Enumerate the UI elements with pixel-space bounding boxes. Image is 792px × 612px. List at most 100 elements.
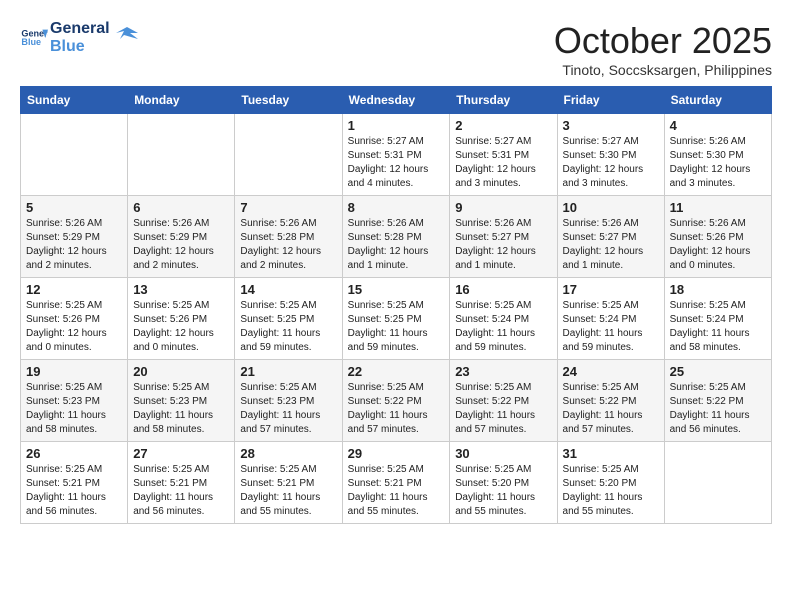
- calendar-cell: 13 Sunrise: 5:25 AM Sunset: 5:26 PM Dayli…: [128, 278, 235, 360]
- day-info: Sunrise: 5:25 AM Sunset: 5:25 PM Dayligh…: [240, 299, 336, 355]
- day-info: Sunrise: 5:25 AM Sunset: 5:21 PM Dayligh…: [133, 463, 229, 519]
- calendar-cell: 20 Sunrise: 5:25 AM Sunset: 5:23 PM Dayli…: [128, 360, 235, 442]
- day-info: Sunrise: 5:26 AM Sunset: 5:29 PM Dayligh…: [133, 217, 229, 273]
- day-info: Sunrise: 5:25 AM Sunset: 5:21 PM Dayligh…: [348, 463, 445, 519]
- calendar-cell: 15 Sunrise: 5:25 AM Sunset: 5:25 PM Dayli…: [342, 278, 450, 360]
- day-info: Sunrise: 5:25 AM Sunset: 5:24 PM Dayligh…: [563, 299, 659, 355]
- calendar-week-row: 26 Sunrise: 5:25 AM Sunset: 5:21 PM Dayli…: [21, 442, 772, 524]
- day-number: 29: [348, 446, 445, 461]
- svg-text:Blue: Blue: [21, 37, 41, 47]
- day-number: 28: [240, 446, 336, 461]
- weekday-header-monday: Monday: [128, 87, 235, 114]
- day-info: Sunrise: 5:26 AM Sunset: 5:28 PM Dayligh…: [348, 217, 445, 273]
- calendar-cell: [235, 114, 342, 196]
- day-number: 8: [348, 200, 445, 215]
- day-info: Sunrise: 5:25 AM Sunset: 5:22 PM Dayligh…: [455, 381, 551, 437]
- calendar-cell: 8 Sunrise: 5:26 AM Sunset: 5:28 PM Daylig…: [342, 196, 450, 278]
- logo-general: General: [50, 20, 110, 38]
- day-info: Sunrise: 5:26 AM Sunset: 5:26 PM Dayligh…: [670, 217, 766, 273]
- day-info: Sunrise: 5:26 AM Sunset: 5:27 PM Dayligh…: [563, 217, 659, 273]
- calendar-cell: 23 Sunrise: 5:25 AM Sunset: 5:22 PM Dayli…: [450, 360, 557, 442]
- day-info: Sunrise: 5:25 AM Sunset: 5:20 PM Dayligh…: [563, 463, 659, 519]
- calendar-cell: 12Sunrise: 5:25 AM Sunset: 5:26 PM Dayli…: [21, 278, 128, 360]
- calendar-cell: 26 Sunrise: 5:25 AM Sunset: 5:21 PM Dayli…: [21, 442, 128, 524]
- calendar-cell: 2Sunrise: 5:27 AM Sunset: 5:31 PM Daylig…: [450, 114, 557, 196]
- calendar-cell: 5 Sunrise: 5:26 AM Sunset: 5:29 PM Daylig…: [21, 196, 128, 278]
- day-number: 19: [26, 364, 122, 379]
- day-info: Sunrise: 5:25 AM Sunset: 5:23 PM Dayligh…: [240, 381, 336, 437]
- day-number: 20: [133, 364, 229, 379]
- day-info: Sunrise: 5:26 AM Sunset: 5:29 PM Dayligh…: [26, 217, 122, 273]
- day-number: 26: [26, 446, 122, 461]
- calendar-cell: 28Sunrise: 5:25 AM Sunset: 5:21 PM Dayli…: [235, 442, 342, 524]
- calendar-table: SundayMondayTuesdayWednesdayThursdayFrid…: [20, 86, 772, 524]
- day-number: 11: [670, 200, 766, 215]
- calendar-cell: 6 Sunrise: 5:26 AM Sunset: 5:29 PM Daylig…: [128, 196, 235, 278]
- day-info: Sunrise: 5:25 AM Sunset: 5:26 PM Dayligh…: [133, 299, 229, 355]
- day-number: 7: [240, 200, 336, 215]
- calendar-cell: 25 Sunrise: 5:25 AM Sunset: 5:22 PM Dayli…: [664, 360, 771, 442]
- day-info: Sunrise: 5:25 AM Sunset: 5:22 PM Dayligh…: [348, 381, 445, 437]
- day-info: Sunrise: 5:25 AM Sunset: 5:24 PM Dayligh…: [455, 299, 551, 355]
- day-info: Sunrise: 5:27 AM Sunset: 5:30 PM Dayligh…: [563, 135, 659, 191]
- day-number: 3: [563, 118, 659, 133]
- day-number: 17: [563, 282, 659, 297]
- calendar-cell: 4Sunrise: 5:26 AM Sunset: 5:30 PM Daylig…: [664, 114, 771, 196]
- day-info: Sunrise: 5:26 AM Sunset: 5:28 PM Dayligh…: [240, 217, 336, 273]
- day-info: Sunrise: 5:25 AM Sunset: 5:26 PM Dayligh…: [26, 299, 122, 355]
- day-info: Sunrise: 5:25 AM Sunset: 5:22 PM Dayligh…: [563, 381, 659, 437]
- day-info: Sunrise: 5:25 AM Sunset: 5:21 PM Dayligh…: [26, 463, 122, 519]
- weekday-header-friday: Friday: [557, 87, 664, 114]
- day-number: 10: [563, 200, 659, 215]
- page-container: General Blue General Blue October 2025 T…: [20, 20, 772, 524]
- day-number: 16: [455, 282, 551, 297]
- calendar-cell: 9 Sunrise: 5:26 AM Sunset: 5:27 PM Daylig…: [450, 196, 557, 278]
- day-number: 13: [133, 282, 229, 297]
- calendar-cell: 22 Sunrise: 5:25 AM Sunset: 5:22 PM Dayli…: [342, 360, 450, 442]
- calendar-week-row: 19 Sunrise: 5:25 AM Sunset: 5:23 PM Dayli…: [21, 360, 772, 442]
- day-info: Sunrise: 5:25 AM Sunset: 5:23 PM Dayligh…: [133, 381, 229, 437]
- calendar-cell: [664, 442, 771, 524]
- day-number: 24: [563, 364, 659, 379]
- calendar-cell: [21, 114, 128, 196]
- day-info: Sunrise: 5:25 AM Sunset: 5:24 PM Dayligh…: [670, 299, 766, 355]
- weekday-header-saturday: Saturday: [664, 87, 771, 114]
- calendar-cell: 14 Sunrise: 5:25 AM Sunset: 5:25 PM Dayli…: [235, 278, 342, 360]
- calendar-week-row: 1 Sunrise: 5:27 AM Sunset: 5:31 PM Daylig…: [21, 114, 772, 196]
- calendar-cell: 19 Sunrise: 5:25 AM Sunset: 5:23 PM Dayli…: [21, 360, 128, 442]
- calendar-cell: 30Sunrise: 5:25 AM Sunset: 5:20 PM Dayli…: [450, 442, 557, 524]
- day-info: Sunrise: 5:27 AM Sunset: 5:31 PM Dayligh…: [348, 135, 445, 191]
- calendar-cell: 3 Sunrise: 5:27 AM Sunset: 5:30 PM Daylig…: [557, 114, 664, 196]
- day-number: 6: [133, 200, 229, 215]
- logo-bird-icon: [116, 23, 138, 45]
- location-title: Tinoto, Soccsksargen, Philippines: [554, 62, 772, 78]
- weekday-header-thursday: Thursday: [450, 87, 557, 114]
- day-number: 9: [455, 200, 551, 215]
- day-number: 2: [455, 118, 551, 133]
- weekday-header-sunday: Sunday: [21, 87, 128, 114]
- day-info: Sunrise: 5:25 AM Sunset: 5:23 PM Dayligh…: [26, 381, 122, 437]
- day-number: 5: [26, 200, 122, 215]
- calendar-cell: 29 Sunrise: 5:25 AM Sunset: 5:21 PM Dayli…: [342, 442, 450, 524]
- day-number: 18: [670, 282, 766, 297]
- day-info: Sunrise: 5:26 AM Sunset: 5:30 PM Dayligh…: [670, 135, 766, 191]
- day-info: Sunrise: 5:25 AM Sunset: 5:22 PM Dayligh…: [670, 381, 766, 437]
- day-number: 22: [348, 364, 445, 379]
- calendar-cell: 18 Sunrise: 5:25 AM Sunset: 5:24 PM Dayli…: [664, 278, 771, 360]
- day-number: 15: [348, 282, 445, 297]
- day-number: 25: [670, 364, 766, 379]
- weekday-header-row: SundayMondayTuesdayWednesdayThursdayFrid…: [21, 87, 772, 114]
- day-info: Sunrise: 5:25 AM Sunset: 5:25 PM Dayligh…: [348, 299, 445, 355]
- weekday-header-wednesday: Wednesday: [342, 87, 450, 114]
- day-number: 31: [563, 446, 659, 461]
- day-info: Sunrise: 5:26 AM Sunset: 5:27 PM Dayligh…: [455, 217, 551, 273]
- calendar-cell: 24 Sunrise: 5:25 AM Sunset: 5:22 PM Dayli…: [557, 360, 664, 442]
- day-number: 14: [240, 282, 336, 297]
- calendar-cell: 27Sunrise: 5:25 AM Sunset: 5:21 PM Dayli…: [128, 442, 235, 524]
- calendar-cell: 7 Sunrise: 5:26 AM Sunset: 5:28 PM Daylig…: [235, 196, 342, 278]
- day-number: 1: [348, 118, 445, 133]
- header: General Blue General Blue October 2025 T…: [20, 20, 772, 78]
- calendar-cell: 21Sunrise: 5:25 AM Sunset: 5:23 PM Dayli…: [235, 360, 342, 442]
- weekday-header-tuesday: Tuesday: [235, 87, 342, 114]
- day-number: 23: [455, 364, 551, 379]
